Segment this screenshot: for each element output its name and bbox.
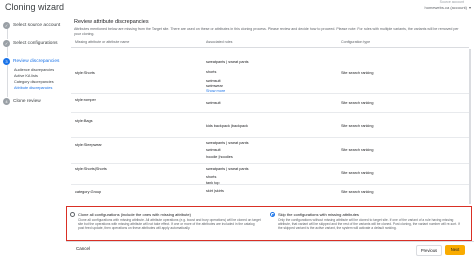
- attribute-name: style:Sleepwear: [75, 143, 102, 147]
- column-header: Configuration type: [341, 40, 371, 44]
- rule-value: swimsuit: [206, 148, 221, 152]
- table-row: style:romper swimsuit Site search rankin…: [71, 94, 469, 113]
- option-title: Clone all configurations (include the on…: [78, 212, 191, 217]
- rule-value: skirt |skirts: [206, 189, 224, 193]
- wizard-steps-sidebar: ✓ Select source account ✓ Select configura…: [0, 16, 68, 246]
- step-label: Select source account: [13, 23, 61, 28]
- rule-value: kids backpack |backpack: [206, 124, 248, 128]
- table-scrollbar[interactable]: [469, 49, 471, 204]
- check-icon: ✓: [3, 40, 10, 47]
- step-select-source-account[interactable]: ✓ Select source account: [3, 22, 60, 29]
- attribute-name: style:Shorts: [75, 71, 95, 75]
- rule-value: hoodie |hoodies: [206, 155, 233, 159]
- substep-list: Audience discrepancies Active KA lists C…: [14, 67, 54, 91]
- rule-value: sweatpants | sweat pants: [206, 60, 249, 64]
- option-title: Skip the configurations with missing att…: [278, 212, 359, 217]
- table-row: style:Shorts sweatpants | sweat pants sh…: [71, 48, 469, 94]
- chevron-down-icon[interactable]: ▾: [469, 5, 471, 10]
- radio-skip-missing[interactable]: [270, 212, 275, 217]
- config-type: Site search ranking: [341, 148, 374, 152]
- section-title: Review attribute discrepancies: [74, 19, 149, 25]
- section-description: Attributes mentioned below are missing f…: [74, 27, 459, 36]
- rule-value: shorts: [206, 70, 217, 74]
- step-label: Review discrepancies: [13, 59, 60, 64]
- attribute-name: style:romper: [75, 98, 96, 102]
- radio-clone-all[interactable]: [70, 212, 75, 217]
- config-type: Site search ranking: [341, 71, 374, 75]
- cancel-button[interactable]: Cancel: [76, 246, 90, 251]
- step-clone-review[interactable]: 4 Clone review: [3, 98, 41, 105]
- next-button[interactable]: Next: [445, 245, 465, 255]
- step-connector: [6, 47, 8, 57]
- step-label: Clone review: [13, 99, 41, 104]
- table-row: style:Sleepwear sweatpants | sweat pants…: [71, 138, 469, 164]
- footer: Cancel Previous Next: [66, 241, 474, 259]
- rule-value: swimsuit: [206, 101, 221, 105]
- step-review-discrepancies[interactable]: 3 Review discrepancies: [3, 58, 59, 65]
- account-selector[interactable]: homewebs.ca (account): [425, 5, 467, 10]
- rule-value: sweatpants | sweat pants: [206, 141, 249, 145]
- option-skip-missing[interactable]: Skip the configurations with missing att…: [269, 211, 464, 239]
- table-row: category:Group tank top skirt |skirts Si…: [71, 181, 469, 204]
- option-clone-all[interactable]: Clone all configurations (include the on…: [69, 211, 264, 239]
- account-label: Source account: [439, 0, 464, 4]
- rule-value: sweatpants | sweat pants: [206, 167, 249, 171]
- step-select-configurations[interactable]: ✓ Select configurations: [3, 40, 58, 47]
- substep-attribute[interactable]: Attribute discrepancies: [14, 85, 54, 91]
- column-header: Associated rules: [206, 40, 233, 44]
- config-type: Site search ranking: [341, 124, 374, 128]
- previous-button[interactable]: Previous: [416, 245, 442, 256]
- attribute-name: category:Group: [75, 190, 102, 194]
- header: Cloning wizard Source account homewebs.c…: [0, 0, 474, 14]
- attribute-name: style:Shorts|Shorts: [75, 167, 107, 171]
- clone-options-panel: Clone all configurations (include the on…: [66, 206, 472, 241]
- rule-value: tank top: [206, 181, 220, 185]
- page-title: Cloning wizard: [5, 2, 65, 12]
- step-number: 4: [3, 98, 10, 105]
- table-row: style:Shorts|Shorts sweatpants | sweat p…: [71, 164, 469, 185]
- option-description: Only the configurations without missing …: [278, 217, 460, 230]
- rule-value: swimsuit: [206, 79, 221, 83]
- option-description: Clone all configurations with missing at…: [78, 217, 261, 230]
- step-label: Select configurations: [13, 41, 58, 46]
- show-more-link[interactable]: Show more: [206, 89, 225, 93]
- config-type: Site search ranking: [341, 101, 374, 105]
- check-icon: ✓: [3, 22, 10, 29]
- rule-value: shorts: [206, 175, 217, 179]
- step-number: 3: [3, 58, 10, 65]
- step-connector: [6, 65, 8, 97]
- config-type: Site search ranking: [341, 171, 374, 175]
- column-header: Missing attribute or attribute name: [75, 40, 130, 44]
- table-row: style:Bags kids backpack |backpack Site …: [71, 113, 469, 138]
- rule-value: swimwear: [206, 84, 223, 88]
- config-type: Site search ranking: [341, 190, 374, 194]
- attribute-name: style:Bags: [75, 119, 93, 123]
- table-header: Missing attribute or attribute name Asso…: [71, 37, 469, 48]
